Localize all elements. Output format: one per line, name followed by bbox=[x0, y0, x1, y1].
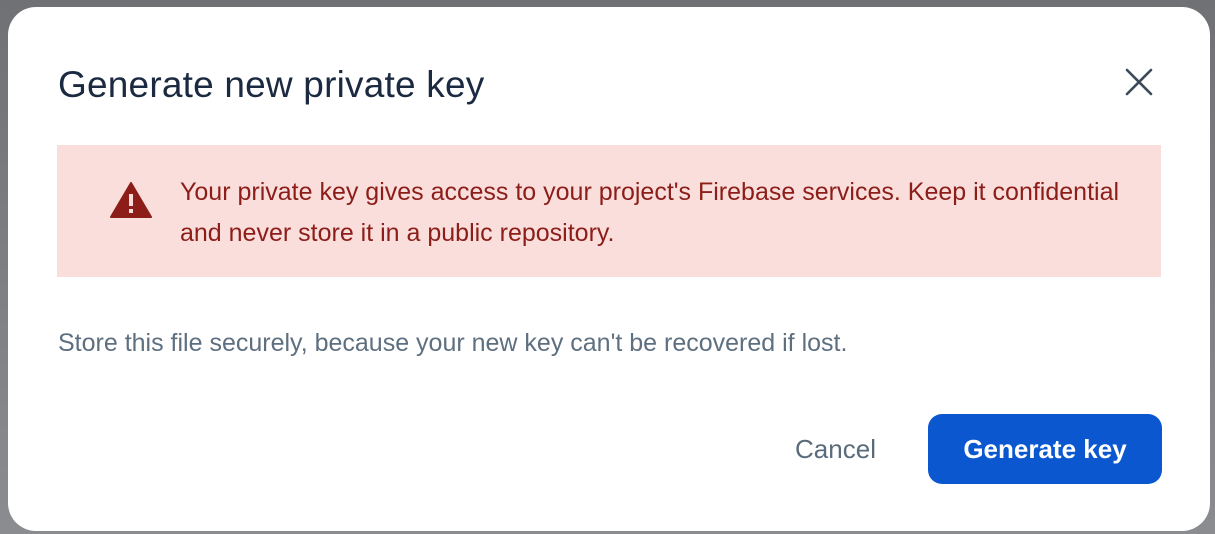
warning-icon bbox=[109, 181, 153, 219]
close-icon bbox=[1124, 67, 1154, 102]
cancel-button[interactable]: Cancel bbox=[768, 414, 903, 484]
modal-backdrop: Generate new private key Your private ke… bbox=[0, 0, 1215, 534]
dialog-title: Generate new private key bbox=[58, 64, 485, 105]
warning-text: Your private key gives access to your pr… bbox=[180, 178, 1120, 247]
close-button[interactable] bbox=[1118, 63, 1160, 105]
info-text: Store this file securely, because your n… bbox=[58, 329, 848, 357]
warning-banner: Your private key gives access to your pr… bbox=[57, 145, 1161, 277]
generate-key-button[interactable]: Generate key bbox=[928, 414, 1162, 484]
generate-key-dialog: Generate new private key Your private ke… bbox=[8, 7, 1210, 531]
